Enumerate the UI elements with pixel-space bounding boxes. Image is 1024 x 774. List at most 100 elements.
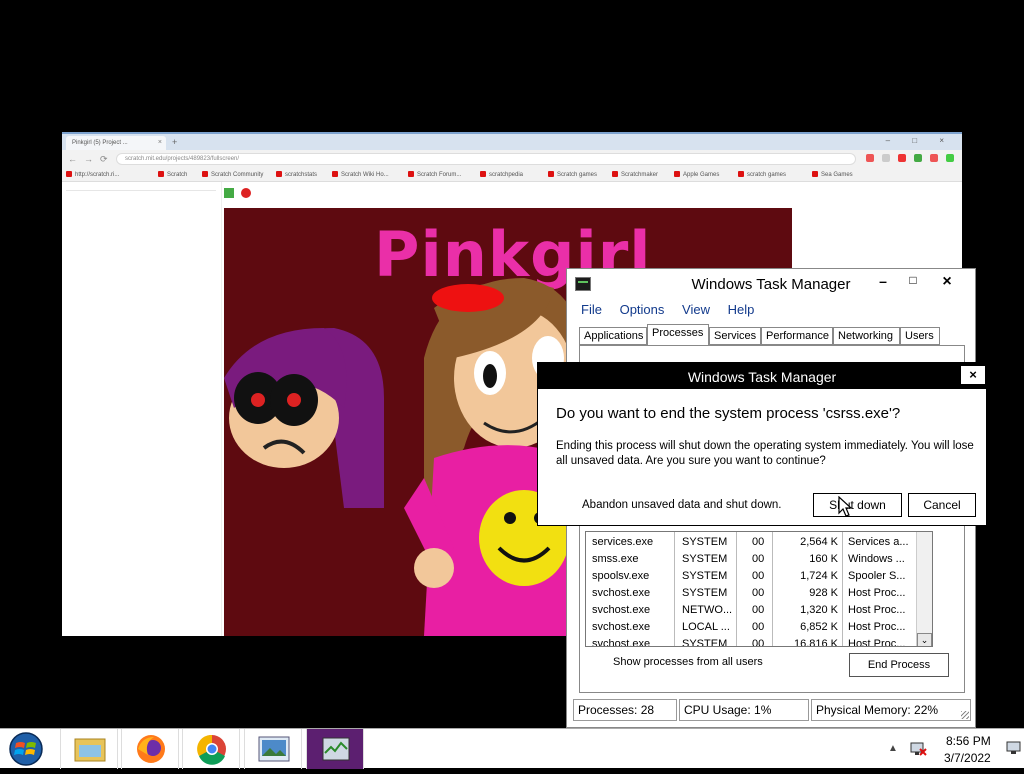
table-row[interactable]: svchost.exe SYSTEM 00 928 K Host Proc... (586, 585, 918, 602)
bookmark-icon (158, 171, 164, 177)
green-flag-icon[interactable] (224, 188, 234, 198)
bookmark-icon (612, 171, 618, 177)
close-button[interactable]: × (937, 273, 957, 291)
photo-viewer-icon[interactable] (244, 729, 302, 769)
start-button-icon[interactable] (4, 731, 48, 767)
forward-button[interactable]: → (84, 154, 93, 164)
table-row[interactable]: svchost.exe NETWO... 00 1,320 K Host Pro… (586, 602, 918, 619)
dialog-question: Do you want to end the system process 'c… (556, 405, 901, 422)
tab-networking[interactable]: Networking (833, 327, 900, 345)
firefox-icon[interactable] (121, 729, 179, 769)
status-processes: Processes: 28 (573, 699, 677, 721)
desktop: Pinkgirl (5) Project ... × + – □ × ← → ⟳… (0, 0, 1024, 728)
resize-grip-icon[interactable] (961, 711, 969, 719)
end-process-dialog: Windows Task Manager × Do you want to en… (537, 362, 987, 526)
menu-view[interactable]: View (682, 302, 710, 317)
bookmark[interactable]: Scratch games (548, 171, 597, 178)
extension-icon[interactable] (914, 154, 922, 162)
bookmark[interactable]: Sea Games (812, 171, 853, 178)
task-manager-icon[interactable] (306, 729, 364, 769)
chrome-icon[interactable] (182, 729, 240, 769)
extension-icon[interactable] (930, 154, 938, 162)
bookmark[interactable]: scratch games (738, 171, 786, 178)
menu-bar: File Options View Help (581, 302, 768, 317)
clock-date[interactable]: 3/7/2022 (944, 751, 991, 765)
dialog-message: Ending this process will shut down the o… (556, 440, 974, 467)
clock-time[interactable]: 8:56 PM (946, 734, 991, 748)
dialog-titlebar[interactable]: Windows Task Manager × (538, 363, 986, 389)
scroll-down-button[interactable]: ⌄ (917, 633, 932, 646)
bookmark[interactable]: Apple Games (674, 171, 719, 178)
task-manager-titlebar[interactable]: Windows Task Manager – □ × (567, 269, 975, 299)
back-button[interactable]: ← (68, 154, 77, 164)
bookmark-icon (276, 171, 282, 177)
bookmark[interactable]: Scratch (158, 171, 187, 178)
maximize-button[interactable]: □ (903, 273, 923, 287)
end-process-button[interactable]: End Process (849, 653, 949, 677)
address-bar[interactable]: scratch.mit.edu/projects/489823/fullscre… (116, 153, 856, 165)
tab-applications[interactable]: Applications (579, 327, 647, 345)
browser-tab-bar: Pinkgirl (5) Project ... × + – □ × (62, 132, 962, 152)
new-tab-button[interactable]: + (172, 137, 177, 147)
status-memory: Physical Memory: 22% (811, 699, 971, 721)
show-desktop-icon[interactable] (1006, 741, 1022, 755)
dialog-close-button[interactable]: × (960, 365, 986, 385)
shut-down-button[interactable]: Shut down (813, 493, 902, 517)
bookmark-icon (66, 171, 72, 177)
menu-file[interactable]: File (581, 302, 602, 317)
abandon-data-label[interactable]: Abandon unsaved data and shut down. (582, 499, 782, 511)
bookmark-icon (738, 171, 744, 177)
stop-icon[interactable] (240, 188, 251, 198)
extension-icon[interactable] (882, 154, 890, 162)
dialog-title: Windows Task Manager (687, 369, 837, 385)
bookmark[interactable]: Scratch Wiki Ho... (332, 171, 389, 178)
process-list[interactable]: services.exe SYSTEM 00 2,564 K Services … (585, 531, 933, 647)
minimize-button[interactable]: – (873, 273, 893, 289)
process-list-scrollbar[interactable]: ⌄ (916, 532, 932, 646)
browser-window-controls[interactable]: – □ × (886, 136, 954, 145)
game-controls (224, 188, 251, 201)
bookmark[interactable]: scratchpedia (480, 171, 523, 178)
bookmark-icon (812, 171, 818, 177)
bookmark[interactable]: http://scratch.ri... (66, 171, 119, 178)
tray-expand-icon[interactable]: ▲ (888, 743, 898, 754)
extension-icon[interactable] (898, 154, 906, 162)
bookmark-icon (674, 171, 680, 177)
tab-services[interactable]: Services (709, 327, 761, 345)
status-cpu: CPU Usage: 1% (679, 699, 809, 721)
browser-tab-title: Pinkgirl (5) Project ... (72, 140, 128, 146)
bookmarks-bar: http://scratch.ri... Scratch Scratch Com… (62, 168, 962, 182)
table-row[interactable]: services.exe SYSTEM 00 2,564 K Services … (586, 534, 918, 551)
taskbar: ▲ 8:56 PM 3/7/2022 (0, 728, 1024, 769)
table-row[interactable]: smss.exe SYSTEM 00 160 K Windows ... (586, 551, 918, 568)
bookmark-icon (408, 171, 414, 177)
tab-users[interactable]: Users (900, 327, 940, 345)
reload-button[interactable]: ⟳ (100, 154, 108, 165)
status-bar: Processes: 28 CPU Usage: 1% Physical Mem… (573, 699, 971, 721)
bookmark[interactable]: Scratchmaker (612, 171, 658, 178)
table-row[interactable]: svchost.exe SYSTEM 00 16,816 K Host Proc… (586, 636, 918, 646)
table-row[interactable]: svchost.exe LOCAL ... 00 6,852 K Host Pr… (586, 619, 918, 636)
tab-processes[interactable]: Processes (647, 324, 709, 345)
bookmark[interactable]: Scratch Community (202, 171, 263, 178)
tab-close-icon[interactable]: × (158, 139, 162, 146)
table-row[interactable]: spoolsv.exe SYSTEM 00 1,724 K Spooler S.… (586, 568, 918, 585)
bookmark-icon (548, 171, 554, 177)
bookmark-icon (332, 171, 338, 177)
cancel-button[interactable]: Cancel (908, 493, 976, 517)
bookmark-icon (202, 171, 208, 177)
bookmark-icon (480, 171, 486, 177)
extension-icon[interactable] (946, 154, 954, 162)
bookmark[interactable]: Scratch Forum... (408, 171, 461, 178)
network-disconnected-icon[interactable] (910, 741, 928, 757)
browser-toolbar: ← → ⟳ scratch.mit.edu/projects/489823/fu… (62, 150, 962, 168)
menu-help[interactable]: Help (728, 302, 755, 317)
bookmark[interactable]: scratchstats (276, 171, 317, 178)
page-left-margin (62, 182, 222, 636)
tab-performance[interactable]: Performance (761, 327, 833, 345)
extension-icon[interactable] (866, 154, 874, 162)
menu-options[interactable]: Options (620, 302, 665, 317)
show-all-users-label[interactable]: Show processes from all users (613, 656, 763, 668)
mouse-cursor-icon (838, 496, 852, 517)
explorer-icon[interactable] (60, 729, 118, 769)
